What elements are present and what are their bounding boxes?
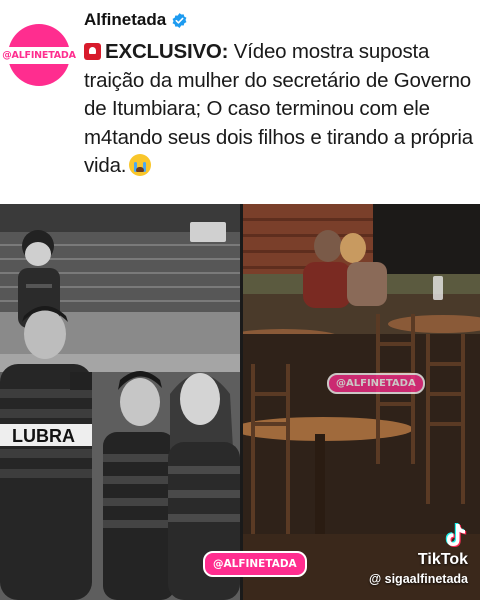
tiktok-watermark: TikTok @ sigaalfinetada	[369, 521, 468, 586]
tiktok-handle: @ sigaalfinetada	[368, 572, 468, 586]
media-container[interactable]: LUBRA @ALFINETADA @ALFINETADA TikTok @ s…	[0, 204, 480, 600]
post-lead: EXCLUSIVO:	[105, 40, 229, 63]
tiktok-name: TikTok	[417, 551, 468, 568]
avatar-label: @ALFINETADA	[0, 46, 80, 64]
watermark-center: @ALFINETADA	[327, 373, 425, 394]
post-header: @ALFINETADA Alfinetada EXCLUSIVO: Vídeo …	[0, 0, 480, 204]
verified-icon	[172, 12, 187, 28]
crying-face-icon	[129, 154, 152, 176]
post-text: EXCLUSIVO: Vídeo mostra suposta traição …	[84, 38, 476, 181]
account-name[interactable]: Alfinetada	[84, 10, 166, 30]
account-row: Alfinetada	[84, 10, 188, 30]
svg-text:LUBRA: LUBRA	[12, 426, 75, 446]
family-stadium-photo: LUBRA	[0, 204, 240, 600]
watermark-bottom: @ALFINETADA	[203, 551, 307, 577]
tiktok-logo-icon	[445, 523, 467, 547]
avatar[interactable]: @ALFINETADA	[0, 24, 80, 86]
siren-icon	[84, 43, 101, 60]
